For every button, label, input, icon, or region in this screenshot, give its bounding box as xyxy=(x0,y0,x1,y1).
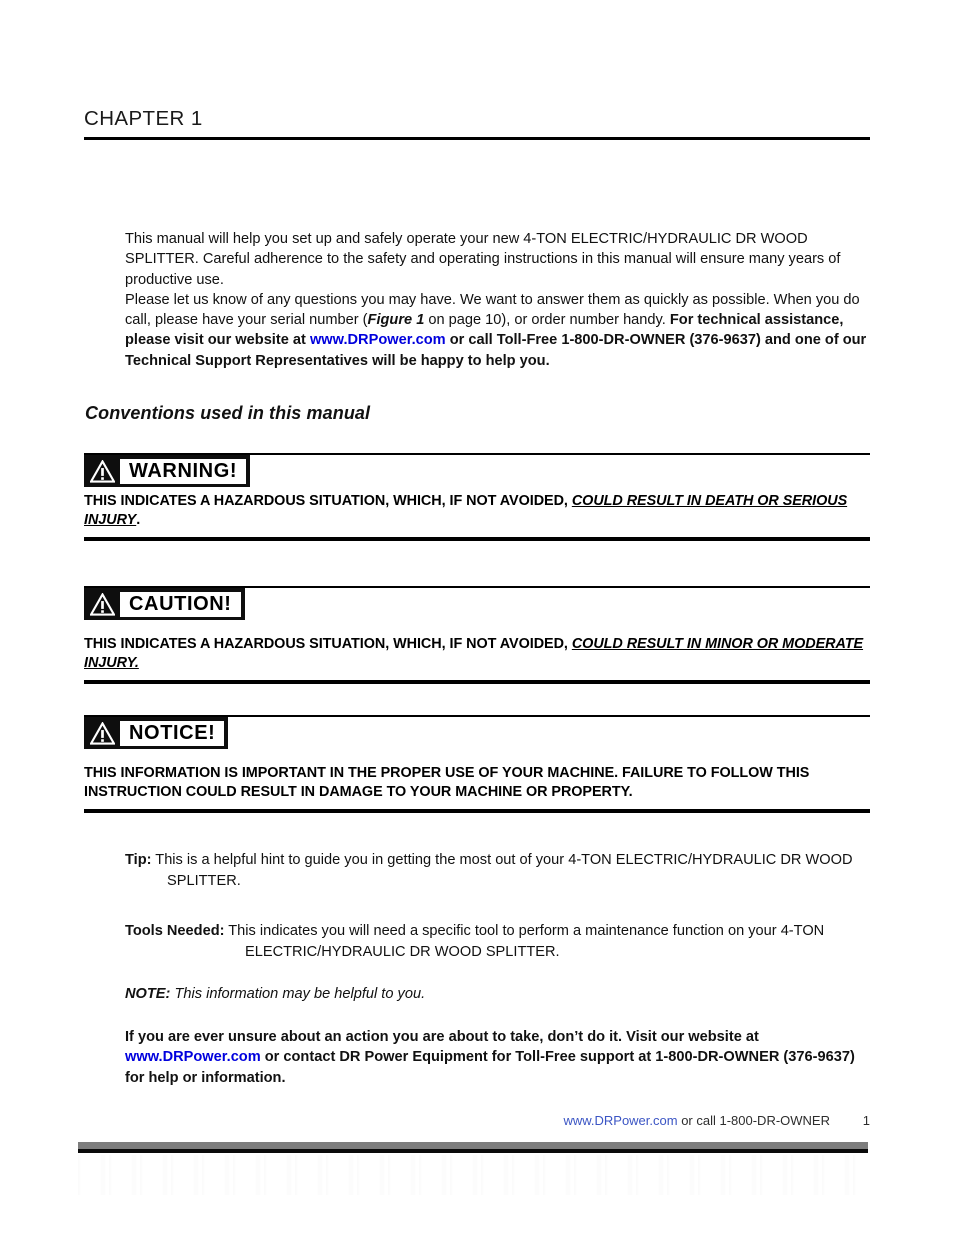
footer-phone-text: or call 1-800-DR-OWNER xyxy=(677,1113,830,1128)
page-edge-artifact xyxy=(78,1155,868,1195)
footer: www.DRPower.com or call 1-800-DR-OWNER 1 xyxy=(84,1113,870,1128)
note-text: This information may be helpful to you. xyxy=(174,986,426,1002)
alert-warning-body: THIS INDICATES A HAZARDOUS SITUATION, WH… xyxy=(84,492,870,531)
figure-reference: Figure 1 xyxy=(367,312,425,329)
drpower-link-closing[interactable]: www.DRPower.com xyxy=(125,1049,261,1065)
warning-triangle-icon xyxy=(90,592,115,616)
closing-paragraph: If you are ever unsure about an action y… xyxy=(125,1027,870,1089)
alert-caution-label: CAUTION! xyxy=(120,591,241,617)
alert-caution-body-plain: THIS INDICATES A HAZARDOUS SITUATION, WH… xyxy=(84,635,572,652)
tools-needed-text: This indicates you will need a specific … xyxy=(228,923,825,960)
tips-spacer-2 xyxy=(125,962,870,984)
tip-label: Tip: xyxy=(125,852,152,868)
note-row: NOTE: This information may be helpful to… xyxy=(125,984,870,1005)
page-title: CHAPTER 1 xyxy=(84,107,203,130)
alert-notice-body-plain: THIS INFORMATION IS IMPORTANT IN THE PRO… xyxy=(84,764,810,801)
alert-notice-body: THIS INFORMATION IS IMPORTANT IN THE PRO… xyxy=(84,764,870,803)
note-label: NOTE: xyxy=(125,986,171,1002)
intro-paragraph-2: Please let us know of any questions you … xyxy=(125,290,870,371)
tools-needed-row: Tools Needed: This indicates you will ne… xyxy=(125,921,870,962)
alert-notice-badge: NOTICE! xyxy=(84,717,229,749)
alert-warning-bottom-rule xyxy=(84,536,870,541)
intro-paragraph-1: This manual will help you set up and saf… xyxy=(125,229,870,290)
warning-triangle-icon xyxy=(90,459,115,483)
closing-paragraph-lead: If you are ever unsure about an action y… xyxy=(125,1028,759,1045)
alert-warning: WARNING! THIS INDICATES A HAZARDOUS SITU… xyxy=(84,453,870,541)
alert-notice-label: NOTICE! xyxy=(120,720,225,746)
alert-warning-badge: WARNING! xyxy=(84,455,251,487)
manual-page: CHAPTER 1 This manual will help you set … xyxy=(0,0,954,1235)
footer-divider xyxy=(78,1142,868,1153)
intro-paragraph-1-text: This manual will help you set up and saf… xyxy=(125,231,841,288)
footer-drpower-link[interactable]: www.DRPower.com xyxy=(563,1113,677,1128)
alert-caution-badge: CAUTION! xyxy=(84,588,245,620)
chapter-header: CHAPTER 1 xyxy=(84,107,870,140)
drpower-link[interactable]: www.DRPower.com xyxy=(310,332,446,348)
tip-row: Tip: This is a helpful hint to guide you… xyxy=(125,850,870,891)
intro-section: This manual will help you set up and saf… xyxy=(125,229,870,371)
alert-caution-bottom-rule xyxy=(84,679,870,684)
page-number: 1 xyxy=(862,1113,870,1128)
alert-warning-label: WARNING! xyxy=(120,458,247,484)
header-divider xyxy=(84,136,870,140)
tips-spacer-1 xyxy=(125,891,870,921)
alert-warning-body-plain: THIS INDICATES A HAZARDOUS SITUATION, WH… xyxy=(84,492,572,509)
tip-text: This is a helpful hint to guide you in g… xyxy=(155,852,853,889)
conventions-heading: Conventions used in this manual xyxy=(85,403,371,423)
alert-warning-body-tail: . xyxy=(136,512,141,528)
tools-needed-label: Tools Needed: xyxy=(125,923,225,939)
alert-notice: NOTICE! THIS INFORMATION IS IMPORTANT IN… xyxy=(84,715,870,813)
tips-section: Tip: This is a helpful hint to guide you… xyxy=(125,850,870,1088)
alert-caution-body: THIS INDICATES A HAZARDOUS SITUATION, WH… xyxy=(84,635,870,674)
alert-caution: CAUTION! THIS INDICATES A HAZARDOUS SITU… xyxy=(84,586,870,684)
footer-divider-grey xyxy=(78,1142,868,1149)
intro-paragraph-2-mid: on page 10), or order number handy. xyxy=(424,312,670,329)
tips-spacer-3 xyxy=(125,1005,870,1027)
footer-divider-dark xyxy=(78,1149,868,1153)
warning-triangle-icon xyxy=(90,721,115,745)
alert-notice-bottom-rule xyxy=(84,808,870,813)
